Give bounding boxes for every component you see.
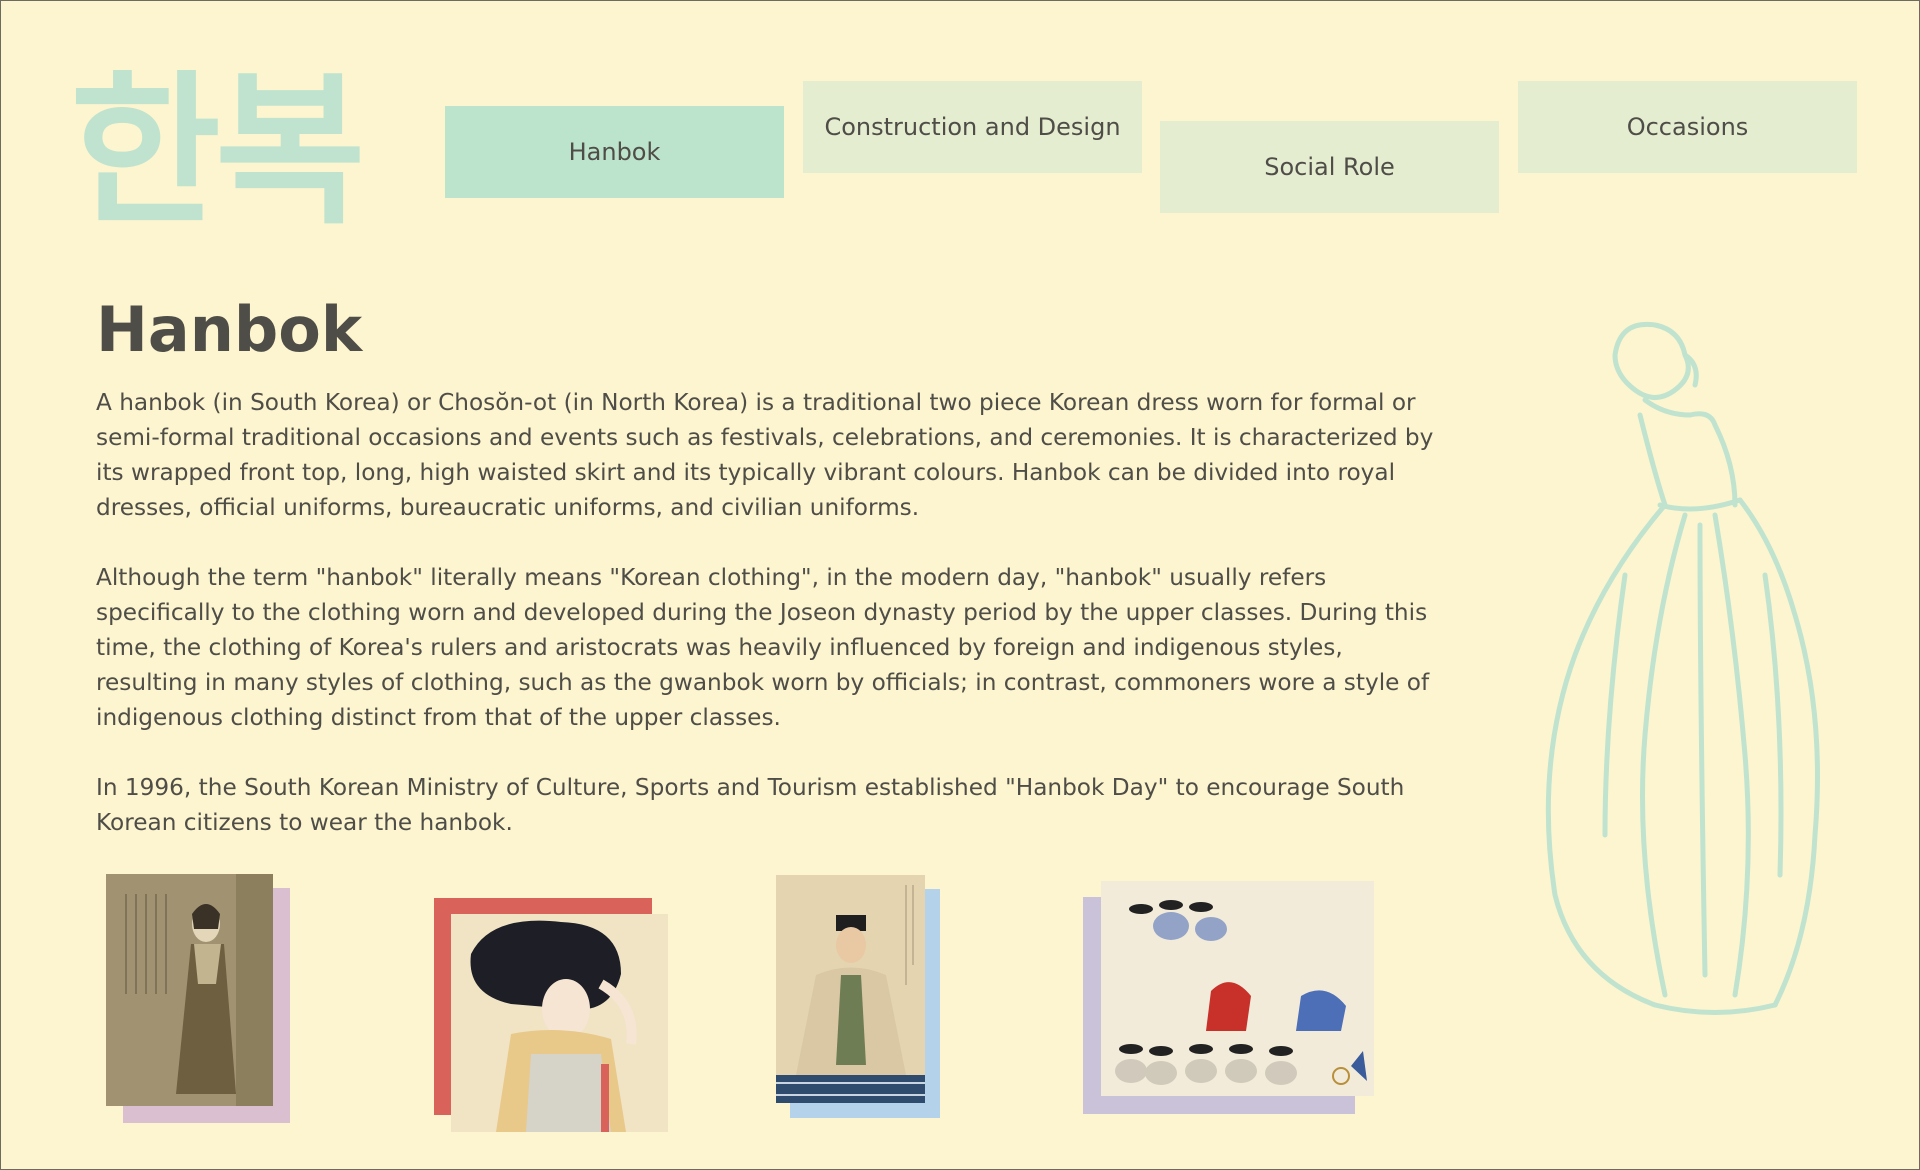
hanbok-figure-illustration	[1515, 315, 1835, 1025]
article-paragraph: In 1996, the South Korean Ministry of Cu…	[96, 774, 1405, 836]
tab-construction-label: Construction and Design	[824, 113, 1121, 141]
logo[interactable]: 한복	[70, 70, 366, 234]
painting-woman-by-wall-art	[106, 874, 273, 1106]
article-paragraph: Although the term "hanbok" literally mea…	[96, 564, 1430, 731]
gallery-image-woman-by-wall[interactable]	[106, 874, 291, 1124]
article-paragraph: A hanbok (in South Korea) or Chosŏn-ot (…	[96, 389, 1434, 521]
page-title: Hanbok	[96, 293, 363, 366]
tab-social-role-label: Social Role	[1264, 153, 1395, 181]
painting-dance-gathering-art	[1101, 881, 1374, 1096]
tab-occasions[interactable]: Occasions	[1518, 81, 1857, 173]
tab-hanbok[interactable]: Hanbok	[445, 106, 784, 198]
gallery-image-dance-gathering[interactable]	[1083, 881, 1374, 1114]
painting-woman-fixing-hair-art	[451, 914, 668, 1132]
tab-occasions-label: Occasions	[1626, 113, 1749, 141]
tab-social-role[interactable]: Social Role	[1160, 121, 1499, 213]
gallery-image-woman-fixing-hair[interactable]	[434, 898, 668, 1132]
tab-hanbok-label: Hanbok	[568, 138, 661, 166]
tab-construction-and-design[interactable]: Construction and Design	[803, 81, 1142, 173]
portrait-seated-scholar-art	[776, 875, 925, 1103]
gallery-image-seated-scholar[interactable]	[776, 875, 941, 1118]
article-body: A hanbok (in South Korea) or Chosŏn-ot (…	[96, 385, 1451, 875]
